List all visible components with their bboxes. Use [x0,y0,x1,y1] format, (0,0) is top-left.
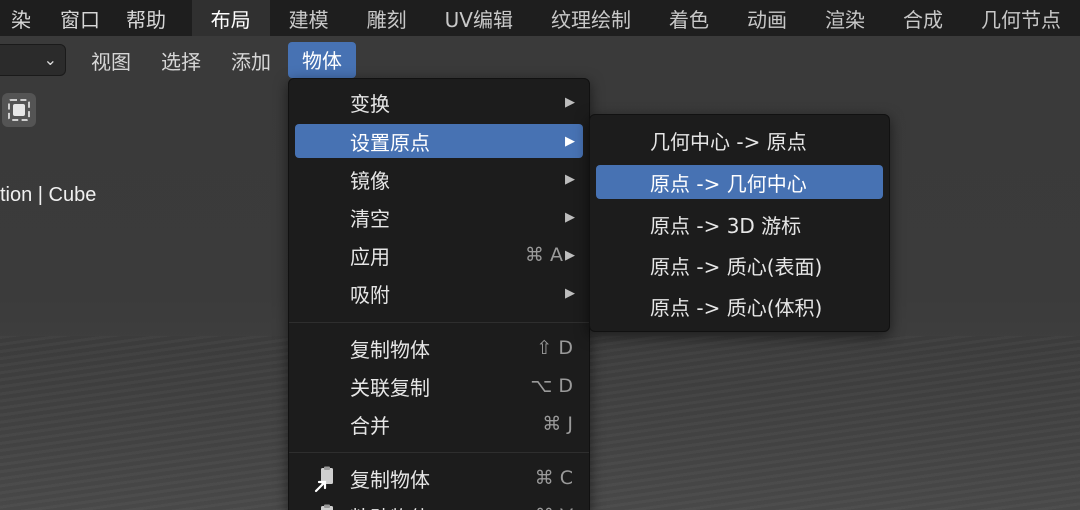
viewport-menu-select[interactable]: 选择 [161,46,201,75]
menu-item-label: 镜像 [350,168,390,193]
shortcut-label: ⌘ J [542,413,573,435]
menu-item-label: 合并 [350,413,390,438]
submenu-item-origin-to-center-of-mass-volume[interactable]: 原点 -> 质心(体积) [596,289,883,323]
submenu-item-origin-to-3d-cursor[interactable]: 原点 -> 3D 游标 [596,207,883,241]
triangle-right-icon: ▶ [565,209,575,225]
menu-item-label: 变换 [350,91,390,116]
submenu-item-label: 原点 -> 几何中心 [650,171,807,196]
tab-uv-editing[interactable]: UV编辑 [426,0,532,36]
menu-item-label: 复制物体 [350,337,430,362]
chevron-down-icon: ⌄ [43,50,57,69]
shortcut-label: ⌘ C [534,467,573,489]
tab-texture-paint[interactable]: 纹理绘制 [532,0,650,36]
copy-icon [314,466,333,493]
tab-sculpting[interactable]: 雕刻 [348,0,426,36]
object-menu: 变换 ▶ 设置原点 ▶ 镜像 ▶ 清空 ▶ 应用 ⌘ A ▶ 吸附 ▶ 复制物体… [288,78,590,510]
submenu-item-label: 原点 -> 质心(体积) [650,295,823,320]
tab-rendering[interactable]: 渲染 [806,0,884,36]
menu-item-clear[interactable]: 清空 ▶ [295,200,583,234]
submenu-item-label: 原点 -> 3D 游标 [650,213,802,238]
tab-modeling[interactable]: 建模 [270,0,348,36]
menu-item-label: 粘贴物体 [350,502,430,510]
menu-separator [289,452,589,453]
menu-help[interactable]: 帮助 [113,0,179,36]
select-box-icon-center [13,104,25,116]
shortcut-label: ⌘ A [524,244,563,266]
menu-item-apply[interactable]: 应用 ⌘ A ▶ [295,238,583,272]
paste-icon [321,504,333,510]
menu-item-label: 吸附 [350,282,390,307]
tab-shading[interactable]: 着色 [650,0,728,36]
menu-item-label: 应用 [350,244,390,269]
shortcut-label: ⇧ D [536,337,573,359]
shortcut-label: ⌥ D [530,375,573,397]
menu-item-duplicate-objects[interactable]: 复制物体 ⇧ D [295,331,583,365]
tab-geometry-nodes[interactable]: 几何节点 [962,0,1080,36]
object-info-text: tion | Cube [0,184,97,206]
triangle-right-icon: ▶ [565,247,575,263]
shortcut-label: ⌘ V [535,505,573,510]
menu-window[interactable]: 窗口 [47,0,113,36]
menu-item-snap[interactable]: 吸附 ▶ [295,276,583,310]
triangle-right-icon: ▶ [565,285,575,301]
menu-item-label: 清空 [350,206,390,231]
menu-item-label: 设置原点 [350,130,430,155]
submenu-item-label: 原点 -> 质心(表面) [650,254,823,279]
submenu-item-origin-to-center-of-mass-surface[interactable]: 原点 -> 质心(表面) [596,248,883,282]
triangle-right-icon: ▶ [565,171,575,187]
menu-render[interactable]: 染 [0,0,47,36]
menu-item-mirror[interactable]: 镜像 ▶ [295,162,583,196]
menu-item-join[interactable]: 合并 ⌘ J [295,407,583,441]
triangle-right-icon: ▶ [565,133,575,149]
set-origin-submenu: 几何中心 -> 原点 原点 -> 几何中心 原点 -> 3D 游标 原点 -> … [589,114,890,332]
top-menu-bar: 染 窗口 帮助 布局 建模 雕刻 UV编辑 纹理绘制 着色 动画 渲染 合成 几… [0,0,1080,36]
menu-item-label: 复制物体 [350,467,430,492]
tab-compositing[interactable]: 合成 [884,0,962,36]
viewport-menu-view[interactable]: 视图 [91,46,131,75]
menu-item-label: 关联复制 [350,375,430,400]
menu-separator [289,322,589,323]
submenu-item-origin-to-geometry[interactable]: 原点 -> 几何中心 [596,165,883,199]
menu-item-transform[interactable]: 变换 ▶ [295,85,583,119]
triangle-right-icon: ▶ [565,94,575,110]
submenu-item-label: 几何中心 -> 原点 [650,129,807,154]
tab-animation[interactable]: 动画 [728,0,806,36]
menu-item-duplicate-linked[interactable]: 关联复制 ⌥ D [295,369,583,403]
select-box-tool[interactable] [2,93,36,127]
menu-item-copy-objects[interactable]: 复制物体 ⌘ C [295,461,583,495]
submenu-item-geometry-to-origin[interactable]: 几何中心 -> 原点 [596,123,883,157]
menu-gap [179,0,192,36]
menu-item-set-origin[interactable]: 设置原点 ▶ [295,124,583,158]
mode-dropdown[interactable]: ⌄ [0,44,66,76]
menu-item-paste-objects[interactable]: 粘贴物体 ⌘ V [295,499,583,510]
viewport-menu-add[interactable]: 添加 [231,46,271,75]
tab-layout[interactable]: 布局 [191,0,270,36]
viewport-menu-object[interactable]: 物体 [288,42,356,78]
